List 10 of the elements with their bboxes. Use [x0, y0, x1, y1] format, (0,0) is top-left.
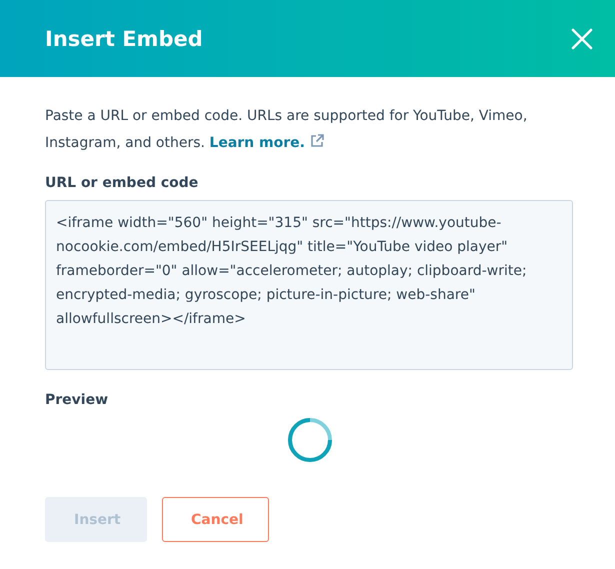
cancel-button[interactable]: Cancel [162, 497, 269, 542]
description-text: Paste a URL or embed code. URLs are supported for YouTube, Vimeo, Instagram, and others. Learn more. [45, 107, 528, 153]
preview-label: Preview [45, 392, 110, 408]
close-icon [571, 28, 593, 50]
close-button[interactable] [571, 28, 593, 50]
embed-code-field[interactable]: <iframe width="560" height="315" src="https://www.youtube-nocookie.com/embed/H5IrSEELjqg" title="YouTube video player" frameborder="0" allow="accelerometer; autoplay; clipboard-write; encrypted-media; gyroscope; picture-in-picture; web-share" allowfullscreen></iframe> [45, 200, 573, 370]
field-label: URL or embed code [45, 175, 200, 191]
learn-more-link[interactable]: Learn more. [209, 135, 324, 151]
dialog-title: Insert Embed [45, 26, 203, 50]
external-link-icon [310, 134, 324, 148]
